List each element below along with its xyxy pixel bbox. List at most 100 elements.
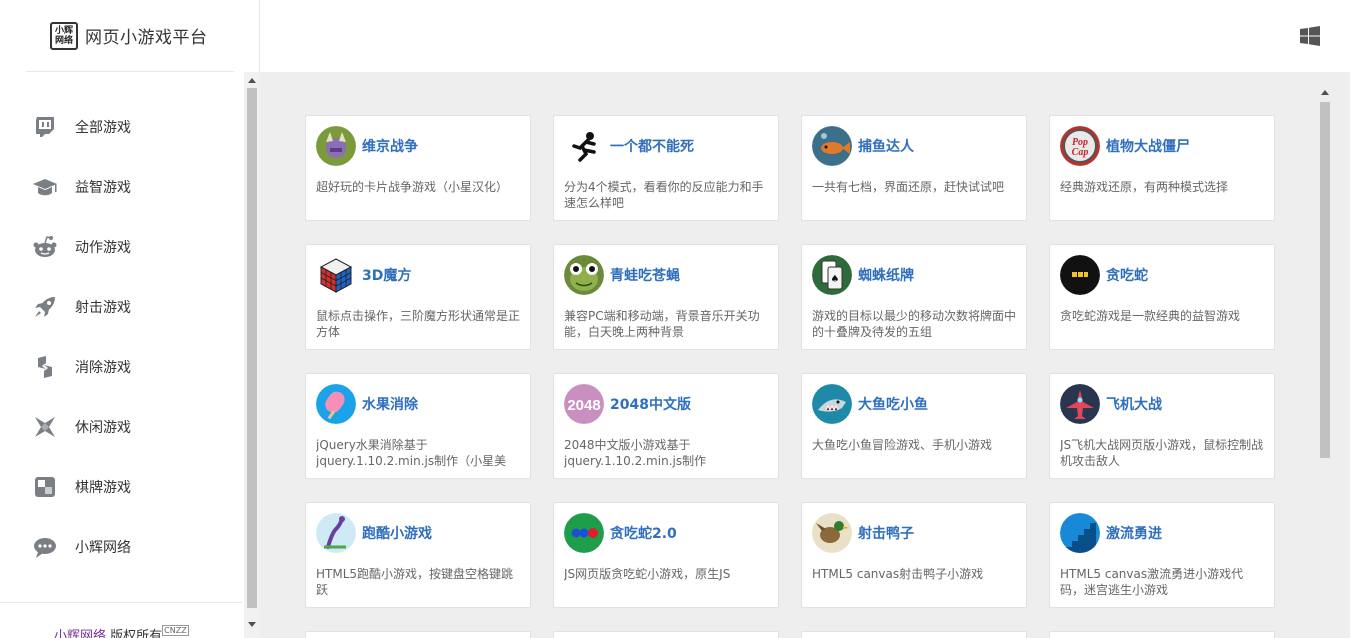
game-card-partial[interactable] [553, 631, 779, 638]
frog-icon[interactable] [564, 255, 604, 295]
windows-icon[interactable] [1300, 26, 1320, 46]
copyright: 小辉网络 版权所有 CNZZ [0, 602, 242, 638]
game-card-header: 捕鱼达人 [812, 126, 1016, 166]
sidebar-item-xiaohui-network[interactable]: 小辉网络 [0, 517, 242, 577]
game-description: 2048中文版小游戏基于jquery.1.10.2.min.js制作 [564, 438, 707, 468]
game-card-header: Pop Cap 植物大战僵尸 [1060, 126, 1264, 166]
plane-icon[interactable] [1060, 384, 1100, 424]
game-card-header: 跑酷小游戏 [316, 513, 520, 553]
sidebar-scroll-thumb[interactable] [247, 88, 257, 608]
top-header [260, 0, 1350, 72]
game-card-partial[interactable] [1049, 631, 1275, 638]
sidebar-item-label: 射击游戏 [75, 300, 131, 316]
sidebar-item-action[interactable]: 动作游戏 [0, 217, 242, 277]
game-card-header: ♠ 蜘蛛纸牌 [812, 255, 1016, 295]
checkerboard-icon [31, 473, 59, 501]
sidebar-item-shooting[interactable]: 射击游戏 [0, 277, 242, 337]
copyright-text: 版权所有 [106, 629, 163, 638]
game-card-header: 3D魔方 [316, 255, 520, 295]
duck-icon[interactable] [812, 513, 852, 553]
game-description: HTML5 canvas射击鸭子小游戏 [812, 567, 984, 581]
game-title[interactable]: 2048中文版 [610, 394, 691, 414]
game-card[interactable]: 贪吃蛇 贪吃蛇游戏是一款经典的益智游戏 [1049, 244, 1275, 350]
snake-icon[interactable] [1060, 255, 1100, 295]
sidebar-item-label: 小辉网络 [75, 540, 131, 556]
viking-icon[interactable] [316, 126, 356, 166]
popsicle-icon[interactable] [316, 384, 356, 424]
game-description: HTML5 canvas激流勇进小游戏代码，迷宫逃生小游戏 [1060, 567, 1244, 597]
game-title[interactable]: 一个都不能死 [610, 136, 694, 156]
game-title[interactable]: 贪吃蛇 [1106, 265, 1148, 285]
copyright-brand-link[interactable]: 小辉网络 [54, 629, 106, 638]
logo-text-bottom: 网络 [54, 35, 73, 46]
game-card[interactable]: 青蛙吃苍蝇 兼容PC端和移动端，背景音乐开关功能，白天晚上两种背景 [553, 244, 779, 350]
game-card[interactable]: 贪吃蛇2.0 JS网页版贪吃蛇小游戏，原生JS [553, 502, 779, 608]
game-title[interactable]: 3D魔方 [362, 265, 411, 285]
game-card[interactable]: 2048 2048中文版 2048中文版小游戏基于jquery.1.10.2.m… [553, 373, 779, 479]
game-title[interactable]: 蜘蛛纸牌 [858, 265, 914, 285]
game-card-header: 射击鸭子 [812, 513, 1016, 553]
game-card[interactable]: Pop Cap 植物大战僵尸 经典游戏还原，有两种模式选择 [1049, 115, 1275, 221]
sidebar-item-casual[interactable]: 休闲游戏 [0, 397, 242, 457]
sidebar-item-label: 休闲游戏 [75, 420, 131, 436]
game-description: 游戏的目标以最少的移动次数将牌面中的十叠牌及待发的五组 [812, 309, 1016, 339]
game-title[interactable]: 维京战争 [362, 136, 418, 156]
game-card-header: 激流勇进 [1060, 513, 1264, 553]
sidebar-item-puzzle[interactable]: 益智游戏 [0, 157, 242, 217]
game-title[interactable]: 飞机大战 [1106, 394, 1162, 414]
game-card[interactable]: 跑酷小游戏 HTML5跑酷小游戏，按键盘空格键跳跃 [305, 502, 531, 608]
game-title[interactable]: 激流勇进 [1106, 523, 1162, 543]
main-scrollbar[interactable] [1317, 88, 1333, 638]
game-card-header: 维京战争 [316, 126, 520, 166]
popcap-icon[interactable]: Pop Cap [1060, 126, 1100, 166]
game-card[interactable]: 激流勇进 HTML5 canvas激流勇进小游戏代码，迷宫逃生小游戏 [1049, 502, 1275, 608]
scroll-down-arrow-icon[interactable] [248, 622, 256, 627]
game-card[interactable]: 射击鸭子 HTML5 canvas射击鸭子小游戏 [801, 502, 1027, 608]
sidebar-item-elimination[interactable]: 消除游戏 [0, 337, 242, 397]
cube-icon[interactable] [316, 255, 356, 295]
chat-bubble-icon [31, 533, 59, 561]
game-card[interactable]: ♠ 蜘蛛纸牌 游戏的目标以最少的移动次数将牌面中的十叠牌及待发的五组 [801, 244, 1027, 350]
game-description: 鼠标点击操作，三阶魔方形状通常是正方体 [316, 309, 520, 339]
2048-icon[interactable]: 2048 [564, 384, 604, 424]
game-title[interactable]: 捕鱼达人 [858, 136, 914, 156]
dots-icon[interactable] [564, 513, 604, 553]
sidebar-scrollbar[interactable] [244, 72, 260, 638]
game-card-header: 贪吃蛇 [1060, 255, 1264, 295]
stairs-icon[interactable] [1060, 513, 1100, 553]
sidebar-item-board-cards[interactable]: 棋牌游戏 [0, 457, 242, 517]
game-card[interactable]: 维京战争 超好玩的卡片战争游戏（小星汉化） [305, 115, 531, 221]
game-card-partial[interactable] [305, 631, 531, 638]
cards-icon[interactable]: ♠ [812, 255, 852, 295]
shark-icon[interactable] [812, 384, 852, 424]
main-scroll-thumb[interactable] [1320, 102, 1330, 458]
game-card[interactable]: 一个都不能死 分为4个模式，看看你的反应能力和手速怎么样吧 [553, 115, 779, 221]
game-grid: 维京战争 超好玩的卡片战争游戏（小星汉化） 一个都不能死 分为4个模式，看看你的… [305, 115, 1280, 638]
cnzz-badge[interactable]: CNZZ [162, 625, 189, 636]
game-description: JS网页版贪吃蛇小游戏，原生JS [564, 567, 731, 581]
game-card[interactable]: 捕鱼达人 一共有七档，界面还原，赶快试试吧 [801, 115, 1027, 221]
game-title[interactable]: 贪吃蛇2.0 [610, 523, 677, 543]
game-card[interactable]: 水果消除 jQuery水果消除基于jquery.1.10.2.min.js制作（… [305, 373, 531, 479]
game-title[interactable]: 水果消除 [362, 394, 418, 414]
game-card[interactable]: 3D魔方 鼠标点击操作，三阶魔方形状通常是正方体 [305, 244, 531, 350]
game-title[interactable]: 大鱼吃小鱼 [858, 394, 928, 414]
parkour-icon[interactable] [316, 513, 356, 553]
game-description: HTML5跑酷小游戏，按键盘空格键跳跃 [316, 567, 514, 597]
game-title[interactable]: 射击鸭子 [858, 523, 914, 543]
game-card-partial[interactable] [801, 631, 1027, 638]
runner-icon[interactable] [564, 126, 604, 166]
game-title[interactable]: 跑酷小游戏 [362, 523, 432, 543]
game-card[interactable]: 大鱼吃小鱼 大鱼吃小鱼冒险游戏、手机小游戏 [801, 373, 1027, 479]
game-card[interactable]: 飞机大战 JS飞机大战网页版小游戏，鼠标控制战机攻击敌人 [1049, 373, 1275, 479]
fish-icon[interactable] [812, 126, 852, 166]
game-title[interactable]: 青蛙吃苍蝇 [610, 265, 680, 285]
sidebar-item-all-games[interactable]: 全部游戏 [0, 97, 242, 157]
scroll-up-arrow-icon[interactable] [248, 78, 256, 83]
game-title[interactable]: 植物大战僵尸 [1106, 136, 1190, 156]
svg-text:Cap: Cap [1072, 147, 1089, 158]
scroll-up-arrow-icon[interactable] [1321, 90, 1329, 95]
folded-square-icon [31, 413, 59, 441]
brand[interactable]: 小辉 网络 网页小游戏平台 [26, 0, 234, 72]
rocket-icon [31, 293, 59, 321]
